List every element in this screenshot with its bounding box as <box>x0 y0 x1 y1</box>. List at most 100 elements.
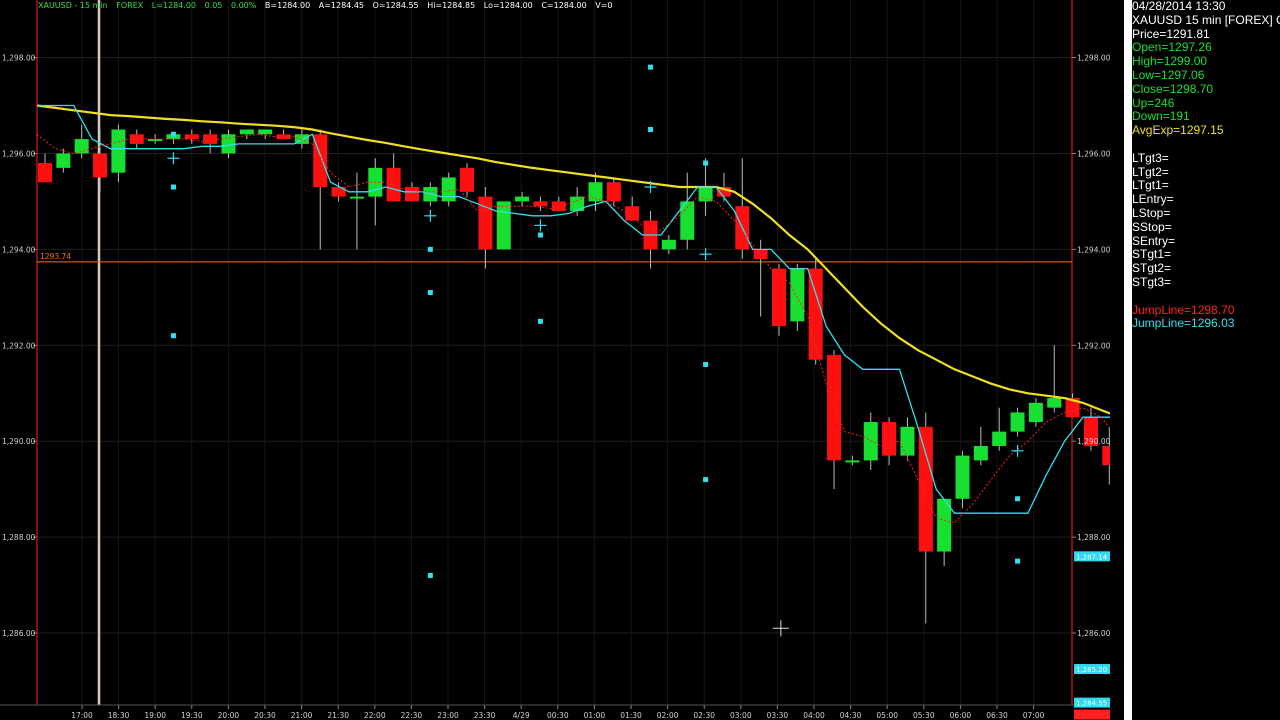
signal-dot <box>703 477 709 483</box>
y-tick-label-right: 1,286.00 <box>1077 629 1110 638</box>
x-tick-label: 17:00 <box>71 711 93 720</box>
signal-dot <box>537 318 543 324</box>
candle-body-up <box>258 129 273 135</box>
info-instrument: XAUUSD 15 min [FOREX] C <box>1132 12 1280 27</box>
x-tick-label: 01:30 <box>620 711 642 720</box>
y-tick-label-left: 1,292.00 <box>2 341 36 350</box>
x-tick-label: 05:30 <box>913 711 935 720</box>
signal-dot <box>1015 558 1021 564</box>
signal-dot <box>170 184 176 190</box>
signal-dot <box>427 573 433 579</box>
info-low: Low=1297.06 <box>1132 67 1205 82</box>
candle-body-up <box>515 196 530 202</box>
toolbar-ask: A=1284.45 <box>318 1 364 10</box>
candle-body-down <box>882 422 897 456</box>
signal-dot <box>170 333 176 339</box>
candle-body-down <box>606 182 621 202</box>
x-tick-label: 04:00 <box>803 711 825 720</box>
candle-body-up <box>790 268 805 322</box>
x-tick-label: 06:00 <box>950 711 972 720</box>
info-level-stgt3: STgt3= <box>1132 274 1172 289</box>
price-marker-label: 1,284.55 <box>1076 700 1107 708</box>
y-tick-label-right: 1,298.00 <box>1077 54 1110 63</box>
x-tick-label: 00:30 <box>547 711 569 720</box>
candle-body-up <box>74 139 89 154</box>
candle-body-up <box>698 187 713 202</box>
candle-body-up <box>1010 412 1025 432</box>
x-tick-label: 02:00 <box>657 711 679 720</box>
x-tick-label: 19:30 <box>181 711 203 720</box>
panel-divider[interactable] <box>1124 0 1132 720</box>
candle-body-down <box>38 163 52 183</box>
toolbar-change: 0.05 <box>204 1 223 10</box>
x-tick-label: 02:30 <box>693 711 715 720</box>
info-jumpline-red: JumpLine=1298.70 <box>1132 302 1235 317</box>
candle-body-down <box>386 167 401 202</box>
candle-body-up <box>1028 402 1043 423</box>
toolbar-symbol[interactable]: XAUUSD - 15 min <box>38 1 108 10</box>
x-tick-label: 20:30 <box>254 711 276 720</box>
info-datetime: 04/28/2014 13:30 <box>1132 0 1226 13</box>
y-tick-label-right: 1,296.00 <box>1077 149 1110 158</box>
candle-body-up <box>900 426 915 456</box>
info-avgexp: AvgExp=1297.15 <box>1132 123 1224 138</box>
candle-body-down <box>918 426 933 552</box>
toolbar-low: Lo=1284.00 <box>483 1 533 10</box>
x-tick-label: 07:00 <box>1023 711 1045 720</box>
toolbar-last: L=1284.00 <box>151 1 197 10</box>
info-up: Up=246 <box>1132 95 1175 110</box>
price-chart[interactable]: 1,298.00 1,298.00 1,296.00 1,296.00 1,294.00… <box>0 0 1110 720</box>
candle-body-down <box>93 153 108 178</box>
info-price: Price=1291.81 <box>1132 26 1210 41</box>
level-line-label: 1293.74 <box>40 252 71 261</box>
y-tick-label-left: 1,296.00 <box>2 149 36 158</box>
candle-body-up <box>973 446 988 461</box>
toolbar-close: C=1284.00 <box>541 1 587 10</box>
candle-body-up <box>955 455 970 499</box>
info-level-lstop: LStop= <box>1132 205 1171 220</box>
signal-dot <box>703 361 709 367</box>
y-tick-label-right: 1,288.00 <box>1077 533 1110 542</box>
signal-dot <box>427 246 433 252</box>
signal-dot <box>703 160 709 166</box>
toolbar-bid: B=1284.00 <box>264 1 311 10</box>
info-level-stgt1: STgt1= <box>1132 247 1172 262</box>
info-level-ltgt2: LTgt2= <box>1132 164 1169 179</box>
toolbar-open: O=1284.55 <box>372 1 419 10</box>
x-tick-label: 18:30 <box>108 711 130 720</box>
price-marker <box>1074 709 1110 720</box>
info-jumpline-cyan: JumpLine=1296.03 <box>1132 316 1235 331</box>
toolbar-volume: V=0 <box>595 1 613 10</box>
y-tick-label-left: 1,288.00 <box>2 533 36 542</box>
info-panel-text: 04/28/2014 13:30 XAUUSD 15 min [FOREX] C… <box>1132 0 1280 331</box>
candle-body-up <box>845 460 860 463</box>
candle-body-down <box>533 201 548 207</box>
candle-body-down <box>772 268 786 327</box>
signal-dot <box>648 126 654 132</box>
signal-dot <box>648 64 654 70</box>
toolbar-high: Hi=1284.85 <box>427 1 476 10</box>
signal-dot <box>427 290 433 296</box>
x-tick-label: 03:00 <box>730 711 752 720</box>
x-tick-label: 4/29 <box>513 711 530 720</box>
candle-body-up <box>239 129 254 135</box>
candle-body-up <box>111 129 126 173</box>
toolbar-market: FOREX <box>116 1 144 10</box>
candle-body-up <box>661 239 676 250</box>
candle-body-up <box>992 431 1007 447</box>
signal-dot <box>537 232 543 238</box>
signal-dot <box>170 131 176 137</box>
x-tick-label: 21:30 <box>327 711 349 720</box>
candle-body-up <box>56 153 71 168</box>
price-marker-label: 1,287.14 <box>1076 553 1108 561</box>
y-tick-label-left: 1,294.00 <box>2 245 36 254</box>
candle-body-down <box>827 354 842 461</box>
x-tick-label: 19:00 <box>144 711 166 720</box>
x-tick-label: 22:00 <box>364 711 386 720</box>
candle-body-down <box>405 187 419 202</box>
info-level-sentry: SEntry= <box>1132 233 1176 248</box>
info-level-stgt2: STgt2= <box>1132 261 1172 276</box>
x-tick-label: 20:00 <box>218 711 240 720</box>
